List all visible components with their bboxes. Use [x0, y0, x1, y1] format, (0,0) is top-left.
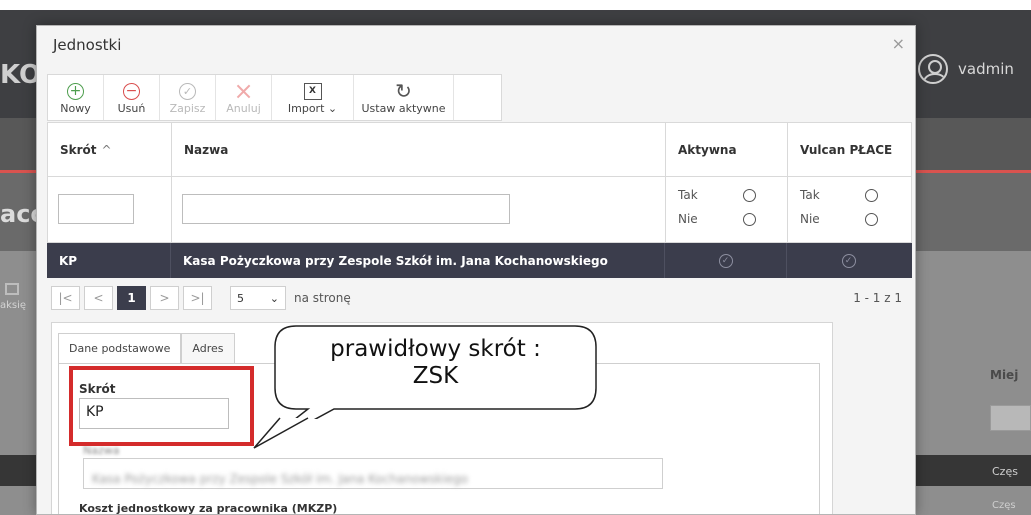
pager: |< < 1 > >| 5 ⌄ na stronę 1 - 1 z 1: [47, 278, 912, 318]
excel-icon: X: [303, 82, 322, 100]
user-avatar-icon: [918, 54, 948, 84]
set-active-button-label: Ustaw aktywne: [361, 102, 446, 115]
new-button[interactable]: + Nowy: [48, 75, 104, 120]
cancel-button-label: Anuluj: [226, 102, 261, 115]
minus-icon: −: [123, 82, 140, 100]
callout-pointer: [253, 417, 309, 449]
column-filter-input[interactable]: [990, 405, 1031, 431]
page-size-label: na stronę: [294, 291, 351, 305]
next-page-button[interactable]: >: [150, 286, 179, 310]
table-cell: Częs: [992, 465, 1018, 478]
table-row[interactable]: KP Kasa Pożyczkowa przy Zespole Szkół im…: [47, 243, 912, 278]
close-icon[interactable]: ×: [892, 34, 905, 53]
import-button[interactable]: X Import ⌄: [272, 75, 354, 120]
check-icon: ✓: [179, 82, 196, 100]
grid-header: Skrót ^ Nazwa Aktywna Vulcan PŁACE: [47, 122, 912, 177]
sort-asc-icon: ^: [101, 142, 112, 157]
delete-button-label: Usuń: [117, 102, 146, 115]
cancel-button[interactable]: × Anuluj: [216, 75, 272, 120]
chevron-down-icon: ⌄: [269, 291, 279, 305]
toolbar-label: aksię: [0, 300, 27, 311]
row-name: Kasa Pożyczkowa przy Zespole Szkół im. J…: [171, 243, 665, 278]
callout-line-2: ZSK: [412, 363, 459, 389]
column-header: Miej: [990, 368, 1019, 382]
set-active-button[interactable]: ↻ Ustaw aktywne: [354, 75, 454, 120]
dialog-toolbar: + Nowy − Usuń ✓ Zapisz × Anuluj X Import…: [47, 74, 502, 121]
first-page-button[interactable]: |<: [51, 286, 80, 310]
refresh-icon: ↻: [395, 79, 412, 103]
vulcan-check-icon: ✓: [841, 253, 856, 268]
detail-tabs: Dane podstawowe Adres: [58, 333, 235, 364]
new-button-label: Nowy: [60, 102, 91, 115]
code-filter-input[interactable]: [58, 194, 134, 224]
table-cell: Częs: [992, 500, 1016, 511]
transaction-icon[interactable]: [5, 283, 19, 295]
page-size-select[interactable]: 5 ⌄: [230, 286, 286, 310]
active-check-icon: ✓: [718, 253, 733, 268]
tab-basic-data[interactable]: Dane podstawowe: [58, 333, 182, 364]
save-button[interactable]: ✓ Zapisz: [160, 75, 216, 120]
tab-address[interactable]: Adres: [181, 333, 235, 364]
column-header-name[interactable]: Nazwa: [172, 123, 666, 176]
active-filter-no[interactable]: Nie: [678, 212, 756, 226]
delete-button[interactable]: − Usuń: [104, 75, 160, 120]
plus-icon: +: [67, 82, 84, 100]
cost-field-label: Koszt jednostkowy za pracownika (MKZP): [79, 502, 338, 515]
radio-icon[interactable]: [865, 212, 878, 226]
radio-icon[interactable]: [743, 212, 756, 226]
column-header-code[interactable]: Skrót ^: [48, 123, 172, 176]
dialog-title: Jednostki: [53, 36, 122, 54]
highlight-box: [69, 366, 254, 446]
name-filter-input[interactable]: [182, 194, 510, 224]
row-code: KP: [47, 243, 171, 278]
active-filter-yes[interactable]: Tak: [678, 188, 756, 202]
radio-icon[interactable]: [865, 188, 878, 202]
vulcan-filter-no[interactable]: Nie: [800, 212, 878, 226]
chevron-down-icon: ⌄: [327, 102, 338, 115]
callout-line-1: prawidłowy skrót :: [330, 336, 541, 362]
column-header-active[interactable]: Aktywna: [666, 123, 788, 176]
name-field[interactable]: Kasa Pożyczkowa przy Zespole Szkół im. J…: [83, 458, 663, 489]
save-button-label: Zapisz: [169, 102, 206, 115]
user-menu[interactable]: vadmin: [918, 54, 1014, 84]
grid-filter-row: Tak Nie Tak Nie: [47, 177, 912, 243]
callout-text: prawidłowy skrót : ZSK: [274, 336, 597, 390]
user-name: vadmin: [958, 60, 1014, 78]
record-count: 1 - 1 z 1: [853, 291, 902, 305]
app-logo: KO: [0, 60, 42, 90]
callout-pointer-shape: [253, 417, 309, 449]
prev-page-button[interactable]: <: [84, 286, 113, 310]
close-icon: ×: [233, 77, 254, 105]
radio-icon[interactable]: [743, 188, 756, 202]
column-header-vulcan[interactable]: Vulcan PŁACE: [788, 123, 911, 176]
vulcan-filter-yes[interactable]: Tak: [800, 188, 878, 202]
last-page-button[interactable]: >|: [183, 286, 212, 310]
page-1-button[interactable]: 1: [117, 286, 146, 310]
dialog-side-strip: [833, 322, 915, 514]
import-button-label: Import ⌄: [287, 102, 338, 115]
